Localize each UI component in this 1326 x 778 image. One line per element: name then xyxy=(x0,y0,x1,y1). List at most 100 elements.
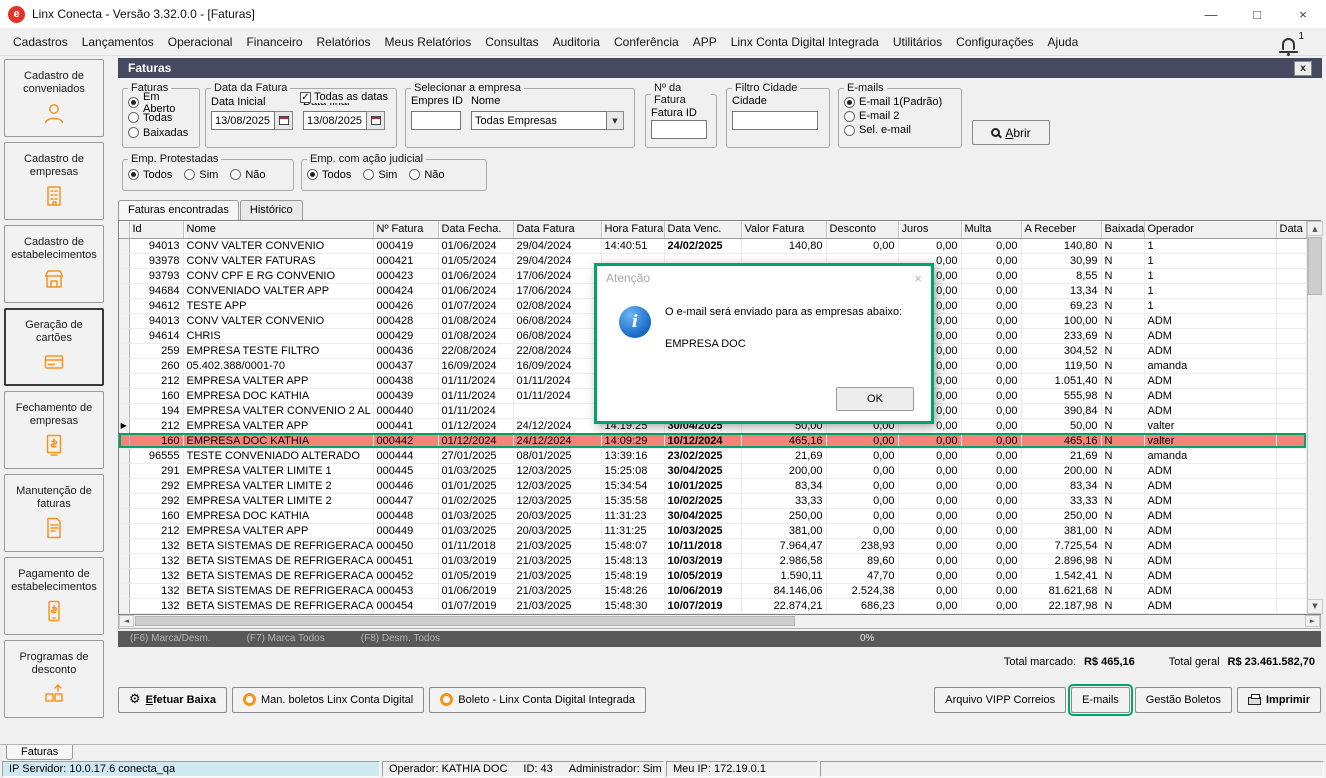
menu-item[interactable]: Ajuda xyxy=(1041,35,1086,49)
sidebar-item[interactable]: Fechamento de empresas xyxy=(4,391,104,469)
scroll-up-icon[interactable]: ▲ xyxy=(1307,221,1323,236)
close-button[interactable]: × xyxy=(1280,0,1326,28)
minimize-button[interactable]: — xyxy=(1188,0,1234,28)
menu-item[interactable]: Auditoria xyxy=(546,35,607,49)
horizontal-scrollbar[interactable]: ◄ ► xyxy=(118,615,1321,629)
sidebar-item[interactable]: Pagamento de estabelecimentos xyxy=(4,557,104,635)
column-header[interactable]: Hora Fatura xyxy=(601,221,664,238)
column-header[interactable]: Data Venc. xyxy=(664,221,741,238)
column-header[interactable]: Multa xyxy=(961,221,1021,238)
radio-option[interactable]: Sim xyxy=(363,167,397,182)
table-row[interactable]: 132BETA SISTEMAS DE REFRIGERACA00045001/… xyxy=(119,538,1306,553)
menu-item[interactable]: Cadastros xyxy=(6,35,75,49)
cell: 29/04/2024 xyxy=(513,238,601,253)
menu-item[interactable]: Utilitários xyxy=(886,35,949,49)
mdi-tab-faturas[interactable]: Faturas xyxy=(6,745,73,760)
menu-item[interactable]: APP xyxy=(686,35,724,49)
calendar-icon[interactable] xyxy=(275,111,293,130)
table-row[interactable]: 160EMPRESA DOC KATHIA00044201/12/202424/… xyxy=(119,433,1306,448)
emails-button[interactable]: E-mails xyxy=(1071,687,1130,713)
column-header[interactable]: A Receber xyxy=(1021,221,1101,238)
sidebar-item[interactable]: Manutenção de faturas xyxy=(4,474,104,552)
table-row[interactable]: 160EMPRESA DOC KATHIA00044801/03/202520/… xyxy=(119,508,1306,523)
table-row[interactable]: 132BETA SISTEMAS DE REFRIGERACA00045401/… xyxy=(119,598,1306,613)
column-header[interactable]: Juros xyxy=(898,221,961,238)
radio-option[interactable]: Sel. e-mail xyxy=(844,123,956,137)
efetuar-baixa-button[interactable]: Efetuar Baixa xyxy=(118,687,227,713)
boleto-linx-conta-digital-integrada-button[interactable]: Boleto - Linx Conta Digital Integrada xyxy=(429,687,646,713)
column-header[interactable]: Data xyxy=(1276,221,1306,238)
menu-item[interactable]: Operacional xyxy=(161,35,240,49)
column-header[interactable]: Id xyxy=(129,221,183,238)
data-inicial-input[interactable]: 13/08/2025 xyxy=(211,111,293,130)
column-header[interactable]: Nº Fatura xyxy=(373,221,438,238)
table-row[interactable]: 292EMPRESA VALTER LIMITE 200044701/02/20… xyxy=(119,493,1306,508)
menu-item[interactable]: Lançamentos xyxy=(75,35,161,49)
panel-close-button[interactable]: x xyxy=(1294,61,1312,76)
radio-label: Sim xyxy=(199,169,218,181)
table-row[interactable]: 132BETA SISTEMAS DE REFRIGERACA00045201/… xyxy=(119,568,1306,583)
data-final-input[interactable]: 13/08/2025 xyxy=(303,111,385,130)
column-header[interactable]: Desconto xyxy=(826,221,898,238)
column-header[interactable]: Baixada xyxy=(1101,221,1144,238)
notification-bell-icon[interactable] xyxy=(1282,38,1295,50)
table-row[interactable]: 132BETA SISTEMAS DE REFRIGERACA00045301/… xyxy=(119,583,1306,598)
radio-option[interactable]: Não xyxy=(409,167,444,182)
sidebar-item[interactable]: Geração de cartões xyxy=(4,308,104,386)
empres-id-input[interactable] xyxy=(411,111,461,130)
scroll-right-icon[interactable]: ► xyxy=(1305,615,1320,627)
radio-option[interactable]: Baixadas xyxy=(128,125,194,140)
sidebar-item[interactable]: Cadastro de empresas xyxy=(4,142,104,220)
radio-option[interactable]: Não xyxy=(230,167,265,182)
vertical-scrollbar[interactable]: ▲ ▼ xyxy=(1307,221,1323,614)
column-header[interactable]: Valor Fatura xyxy=(741,221,826,238)
man-boletos-linx-conta-digital-button[interactable]: Man. boletos Linx Conta Digital xyxy=(232,687,424,713)
tab-historico[interactable]: Histórico xyxy=(240,200,303,220)
menu-item[interactable]: Consultas xyxy=(478,35,545,49)
scroll-left-icon[interactable]: ◄ xyxy=(119,615,134,627)
sidebar-item[interactable]: Cadastro de estabelecimentos xyxy=(4,225,104,303)
scroll-down-icon[interactable]: ▼ xyxy=(1307,599,1323,614)
radio-option[interactable]: E-mail 1(Padrão) xyxy=(844,95,956,109)
column-header[interactable]: Data Fatura xyxy=(513,221,601,238)
column-header[interactable]: Operador xyxy=(1144,221,1276,238)
gestao-boletos-button[interactable]: Gestão Boletos xyxy=(1135,687,1232,713)
column-header[interactable]: Data Fecha. xyxy=(438,221,513,238)
fatura-id-input[interactable] xyxy=(651,120,707,139)
cell: 000440 xyxy=(373,403,438,418)
table-row[interactable]: 132BETA SISTEMAS DE REFRIGERACA00045101/… xyxy=(119,553,1306,568)
menu-item[interactable]: Meus Relatórios xyxy=(378,35,479,49)
menu-item[interactable]: Relatórios xyxy=(310,35,378,49)
radio-option[interactable]: Sim xyxy=(184,167,218,182)
menu-item[interactable]: Conferência xyxy=(607,35,686,49)
dialog-close-icon[interactable]: × xyxy=(914,271,922,286)
radio-option[interactable]: Em Aberto xyxy=(128,95,194,110)
horizontal-scroll-thumb[interactable] xyxy=(135,616,795,626)
imprimir-button[interactable]: Imprimir xyxy=(1237,687,1321,713)
sidebar-item[interactable]: Programas de desconto xyxy=(4,640,104,718)
abrir-button[interactable]: Abrir xyxy=(972,120,1050,145)
calendar-icon[interactable] xyxy=(367,111,385,130)
vertical-scroll-thumb[interactable] xyxy=(1308,237,1322,295)
radio-option[interactable]: Todos xyxy=(128,167,172,182)
dialog-ok-button[interactable]: OK xyxy=(836,387,914,411)
tab-faturas-encontradas[interactable]: Faturas encontradas xyxy=(118,200,239,220)
table-row[interactable]: 94013CONV VALTER CONVENIO00041901/06/202… xyxy=(119,238,1306,253)
menu-item[interactable]: Configurações xyxy=(949,35,1040,49)
arquivo-vipp-correios-button[interactable]: Arquivo VIPP Correios xyxy=(934,687,1066,713)
column-header[interactable]: Nome xyxy=(183,221,373,238)
empresa-select[interactable]: Todas Empresas ▼ xyxy=(471,111,624,130)
sidebar-item[interactable]: Cadastro de conveniados xyxy=(4,59,104,137)
menu-item[interactable]: Linx Conta Digital Integrada xyxy=(724,35,886,49)
radio-option[interactable]: Todos xyxy=(307,167,351,182)
table-row[interactable]: 291EMPRESA VALTER LIMITE 100044501/03/20… xyxy=(119,463,1306,478)
maximize-button[interactable]: □ xyxy=(1234,0,1280,28)
radio-option[interactable]: E-mail 2 xyxy=(844,109,956,123)
filters-area: Faturas Em AbertoTodasBaixadas Data da F… xyxy=(118,78,1322,193)
menu-item[interactable]: Financeiro xyxy=(239,35,309,49)
cidade-input[interactable] xyxy=(732,111,818,130)
todas-datas-checkbox[interactable]: Todas as datas xyxy=(298,91,390,103)
table-row[interactable]: 96555TESTE CONVENIADO ALTERADO00044427/0… xyxy=(119,448,1306,463)
table-row[interactable]: 212EMPRESA VALTER APP00044901/03/202520/… xyxy=(119,523,1306,538)
table-row[interactable]: 292EMPRESA VALTER LIMITE 200044601/01/20… xyxy=(119,478,1306,493)
